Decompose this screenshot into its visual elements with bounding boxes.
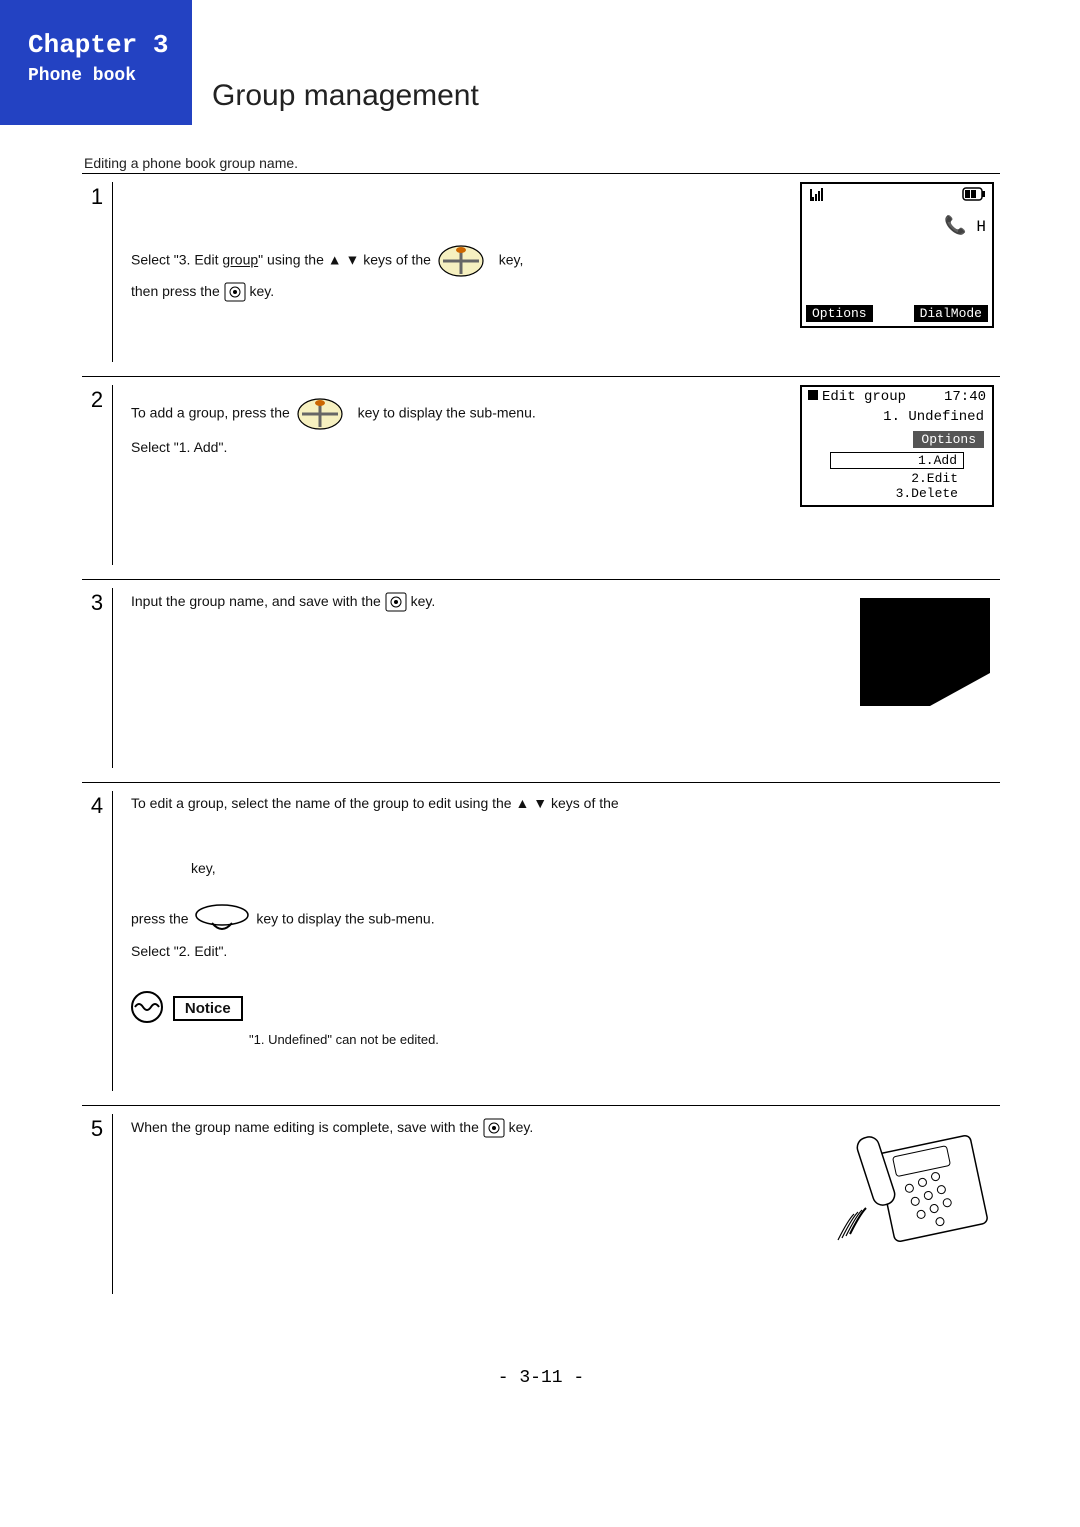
lcd-options-label: Options [913,431,984,448]
step-number: 4 [82,791,113,1091]
step-number: 5 [82,1114,113,1294]
step-text: Input the group name, and save with the … [131,590,788,612]
lcd-menu-item-edit: 2.Edit [830,471,964,486]
step-text: When the group name editing is complete,… [131,1116,788,1138]
step-row: 4 To edit a group, select the name of th… [82,783,1000,1106]
signal-icon [808,187,830,208]
step-text: To edit a group, select the name of the … [131,791,788,965]
phone-screen: 📞 H Options DialMode [800,182,994,328]
lcd-dialmode-btn: DialMode [914,305,988,322]
dpad-key-icon [435,242,495,280]
phone-illustration [830,1114,1000,1254]
ok-key-icon [385,592,407,612]
step-number: 3 [82,588,113,768]
step-number: 2 [82,385,113,565]
redacted-image [850,588,1000,708]
lcd-title: Edit group [822,389,906,405]
step-row: 2 To add a group, press the key to displ… [82,377,1000,580]
step-number: 1 [82,182,113,362]
step-row: 3 Input the group name, and save with th… [82,580,1000,783]
lcd-line: 1. Undefined [810,409,984,425]
lcd-options-btn: Options [806,305,873,322]
battery-icon [962,187,986,208]
lcd-menu-item-delete: 3.Delete [830,486,964,501]
lcd-ch-letter: H [976,218,986,236]
page-title: Group management [192,0,1080,125]
step-text: Select "3. Edit group" using the ▲ ▼ key… [131,242,788,302]
step-text: To add a group, press the key to display… [131,395,788,461]
up-down-arrow-icon: ▲ ▼ [328,252,360,268]
chapter-sidebar: Chapter 3 Phone book [0,0,192,125]
page-number: - 3-11 - [82,1368,1000,1388]
dpad-key-icon [294,395,354,433]
soft-key-icon [192,901,252,939]
lcd-menu-item-add: 1.Add [830,452,964,469]
notice-label: Notice [173,996,243,1021]
notice-text: "1. Undefined" can not be edited. [249,1032,788,1047]
section-intro: Editing a phone book group name. [84,155,1000,171]
ok-key-icon [224,282,246,302]
handset-icon: 📞 [944,217,966,237]
lcd-time: 17:40 [944,389,986,405]
step-row: 5 When the group name editing is complet… [82,1106,1000,1308]
notice-block: Notice "1. Undefined" can not be edited. [131,991,788,1047]
step-row: 1 Select "3. Edit group" using the ▲ ▼ k… [82,174,1000,377]
phone-screen: Edit group 17:40 1. Undefined Options 1.… [800,385,994,507]
chapter-subtitle: Phone book [28,66,192,86]
ok-key-icon [483,1118,505,1138]
chapter-title: Chapter 3 [28,30,192,60]
notice-icon [131,991,163,1026]
up-down-arrow-icon: ▲ ▼ [515,795,547,811]
